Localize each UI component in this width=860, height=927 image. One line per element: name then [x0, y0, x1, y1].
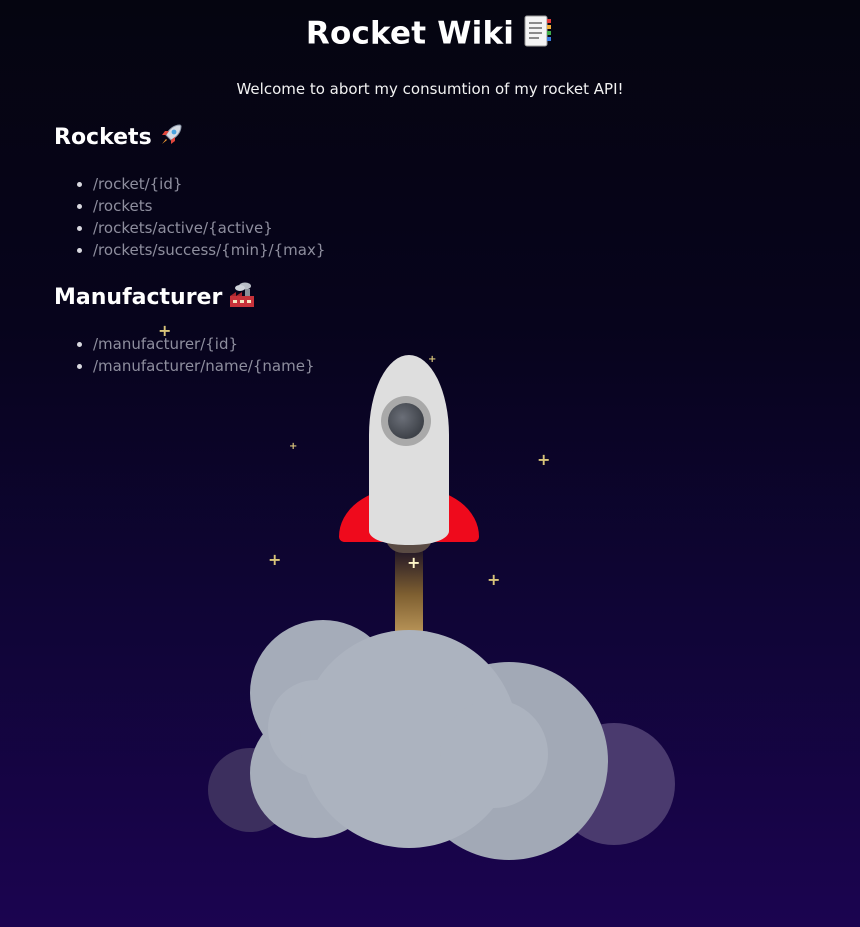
star-icon: +: [428, 354, 437, 365]
smoke-puff: [250, 708, 380, 838]
smoke-puff: [553, 723, 675, 845]
smoke-puff: [440, 700, 548, 808]
page-title: Rocket Wiki: [0, 14, 860, 56]
list-item: /rockets/success/{min}/{max}: [93, 239, 325, 261]
manufacturer-heading: Manufacturer: [54, 282, 256, 314]
star-icon: +: [268, 550, 282, 569]
star-icon: +: [487, 570, 501, 589]
page-title-text: Rocket Wiki: [305, 15, 515, 52]
rocket-window: [381, 396, 431, 446]
smoke-puff: [268, 680, 364, 776]
star-icon: +: [289, 441, 298, 452]
rocket-icon: [158, 122, 184, 154]
list-item: /rocket/{id}: [93, 173, 325, 195]
rocket: +: [339, 355, 481, 635]
smoke-puff: [250, 620, 396, 766]
rockets-heading: Rockets: [54, 122, 184, 154]
rockets-heading-text: Rockets: [54, 125, 152, 150]
rockets-endpoint-list: /rocket/{id} /rockets /rockets/active/{a…: [54, 173, 325, 261]
list-item: /manufacturer/name/{name}: [93, 355, 314, 377]
list-item: /rockets/active/{active}: [93, 217, 325, 239]
manufacturer-endpoint-list: /manufacturer/{id} /manufacturer/name/{n…: [54, 333, 314, 377]
list-item: /manufacturer/{id}: [93, 333, 314, 355]
rocket-exhaust-trail: [395, 551, 423, 631]
list-item: /rockets: [93, 195, 325, 217]
smoke-puff: [410, 662, 608, 860]
memo-icon: [520, 14, 554, 56]
rocket-body: [369, 355, 449, 545]
rocket-fins: [339, 488, 479, 542]
smoke-puff: [208, 748, 292, 832]
factory-icon: [228, 282, 256, 314]
welcome-text: Welcome to abort my consumtion of my roc…: [236, 80, 624, 98]
rocket-nozzle: [385, 535, 433, 553]
manufacturer-heading-text: Manufacturer: [54, 285, 223, 310]
star-icon: +: [537, 450, 551, 469]
smoke-puff: [300, 630, 518, 848]
star-icon: +: [407, 553, 421, 572]
